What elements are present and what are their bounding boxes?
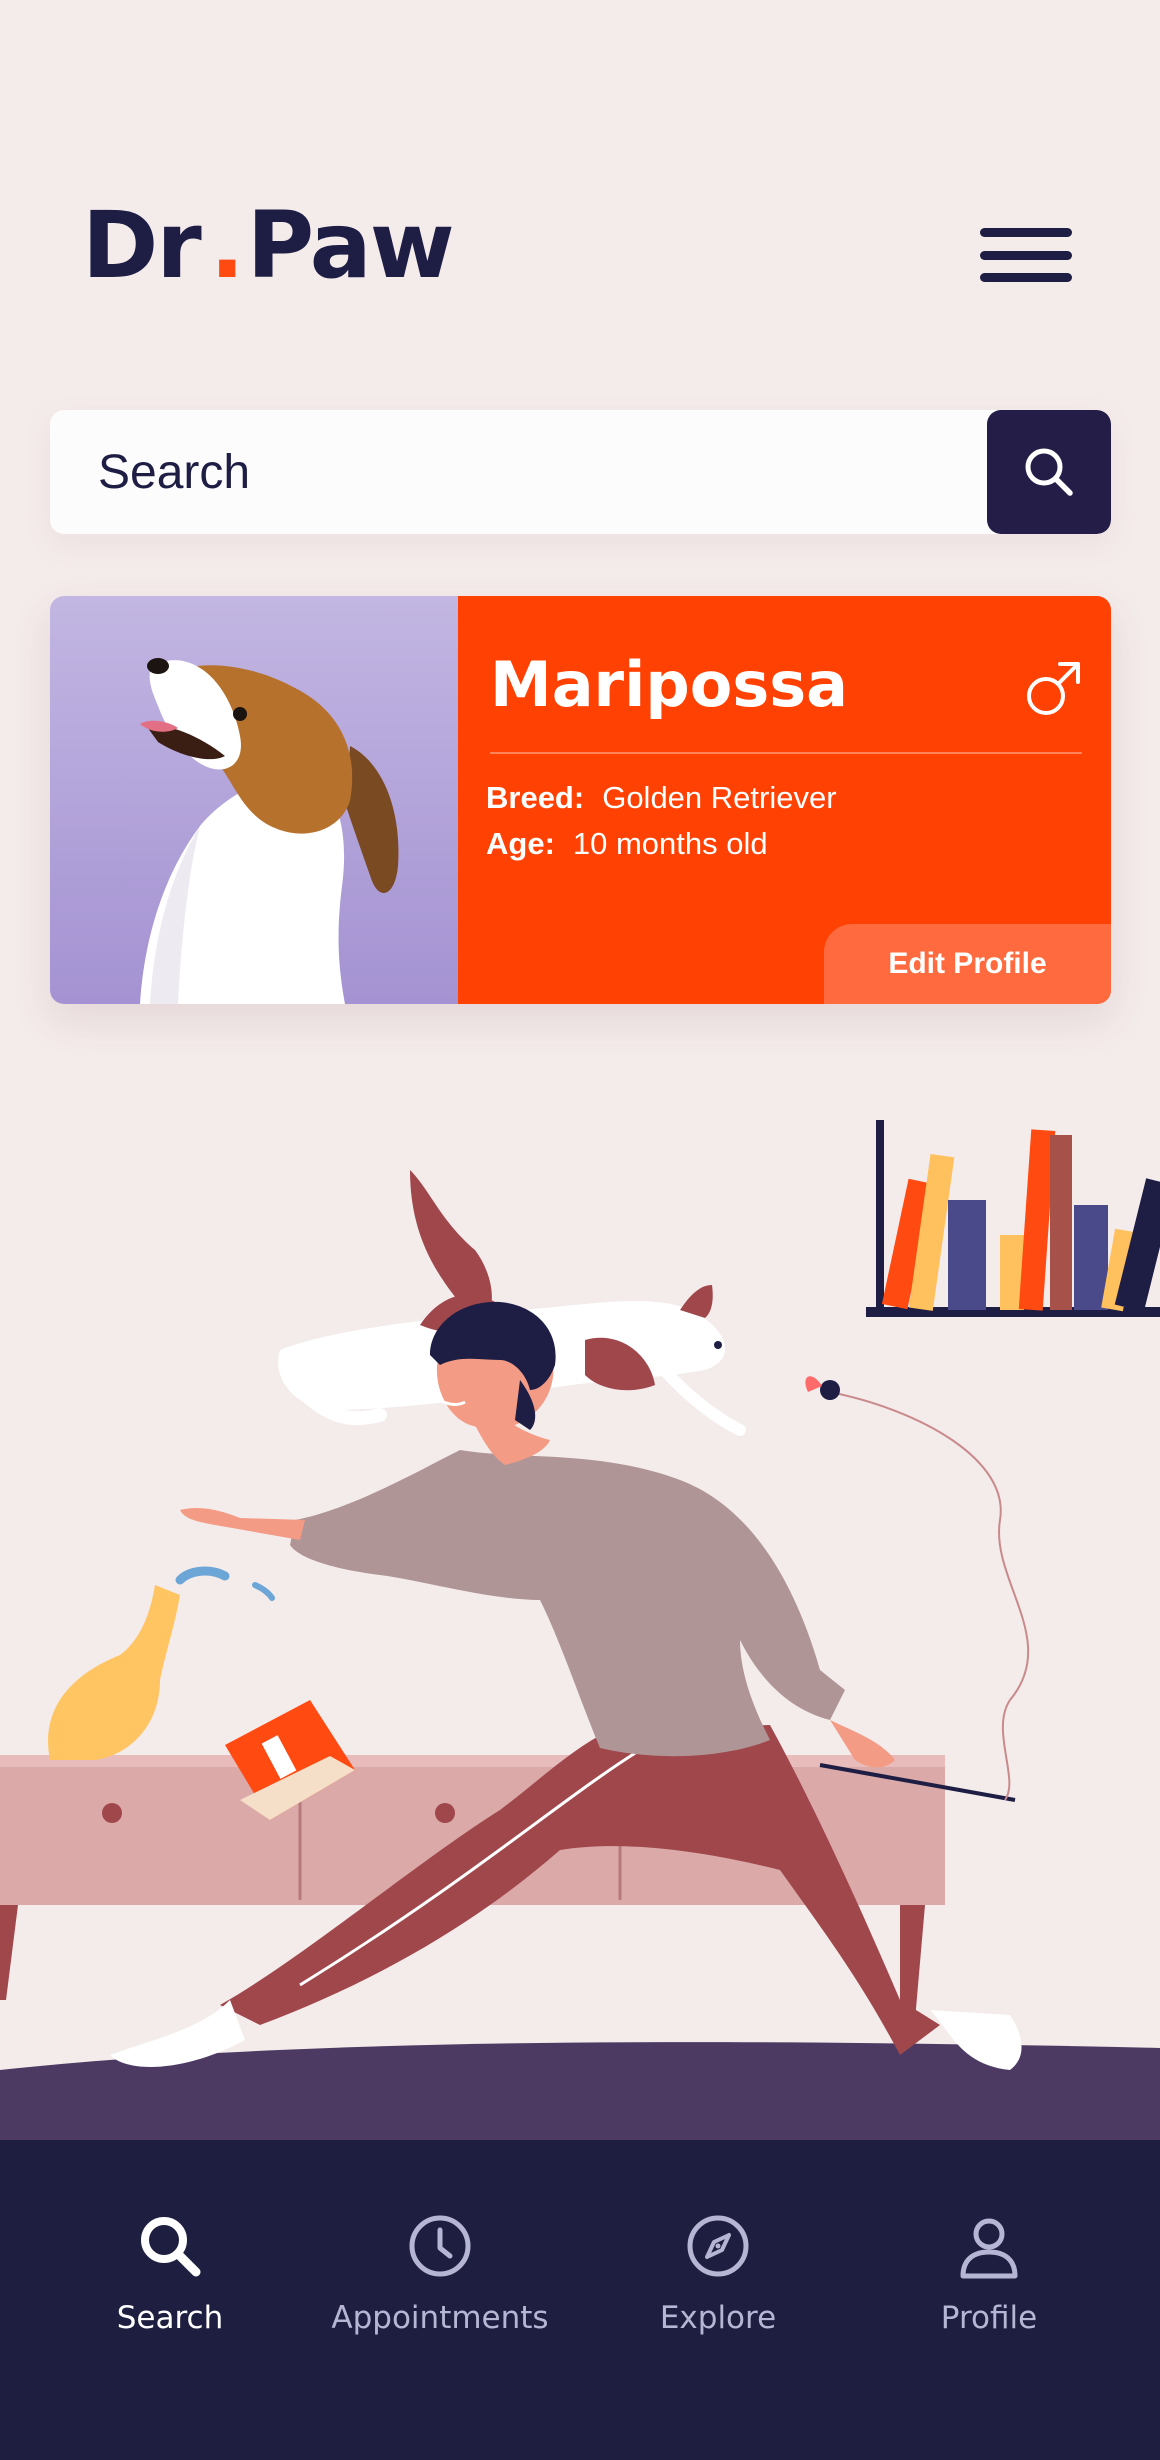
falling-vase xyxy=(48,1566,275,1760)
menu-line xyxy=(980,228,1072,237)
pet-age-row: Age: 10 months old xyxy=(486,826,768,862)
logo-text-paw: Paw xyxy=(246,192,455,299)
dog-illustration xyxy=(140,658,399,1004)
bookshelf xyxy=(866,1120,1160,1317)
edit-profile-button[interactable]: Edit Profile xyxy=(824,924,1111,1004)
breed-label: Breed: xyxy=(486,780,585,815)
pet-breed-row: Breed: Golden Retriever xyxy=(486,780,837,816)
compass-icon xyxy=(687,2215,749,2277)
search-button[interactable] xyxy=(987,410,1111,534)
running-man xyxy=(110,1301,1022,2070)
pet-photo xyxy=(50,596,458,1004)
search-icon xyxy=(1025,448,1073,496)
nav-label: Explore xyxy=(659,2300,777,2336)
pet-name: Maripossa xyxy=(490,648,848,721)
nav-label: Appointments xyxy=(331,2300,549,2336)
pet-divider xyxy=(490,752,1082,754)
nav-item-appointments[interactable]: Appointments xyxy=(310,2210,570,2360)
age-label: Age: xyxy=(486,826,555,861)
nav-item-profile[interactable]: Profile xyxy=(859,2210,1119,2360)
search-icon xyxy=(141,2217,201,2277)
search-bar xyxy=(50,410,1111,534)
cat-toy xyxy=(805,1376,1030,1802)
person-icon xyxy=(960,2218,1018,2279)
logo-dot: . xyxy=(209,192,245,299)
menu-line xyxy=(980,273,1072,282)
search-input[interactable] xyxy=(50,410,986,534)
nav-item-explore[interactable]: Explore xyxy=(588,2210,848,2360)
nav-item-search[interactable]: Search xyxy=(40,2210,300,2360)
male-symbol-icon xyxy=(1027,662,1080,715)
pet-info-panel: Maripossa Breed: Golden Retriever Age: 1… xyxy=(458,596,1111,1004)
nav-label: Search xyxy=(116,2300,224,2336)
nav-label: Profile xyxy=(940,2300,1038,2336)
hamburger-menu-icon[interactable] xyxy=(980,228,1072,282)
app-logo: Dr . Paw xyxy=(82,192,455,299)
bottom-nav: Search Appointments Explore Profile xyxy=(0,2140,1160,2460)
pet-profile-card[interactable]: Maripossa Breed: Golden Retriever Age: 1… xyxy=(50,596,1111,1004)
menu-line xyxy=(980,250,1072,260)
age-value: 10 months old xyxy=(572,826,768,861)
logo-text-dr: Dr xyxy=(82,192,202,299)
breed-value: Golden Retriever xyxy=(602,780,837,815)
clock-icon xyxy=(409,2215,471,2277)
hero-illustration xyxy=(0,1120,1160,2140)
